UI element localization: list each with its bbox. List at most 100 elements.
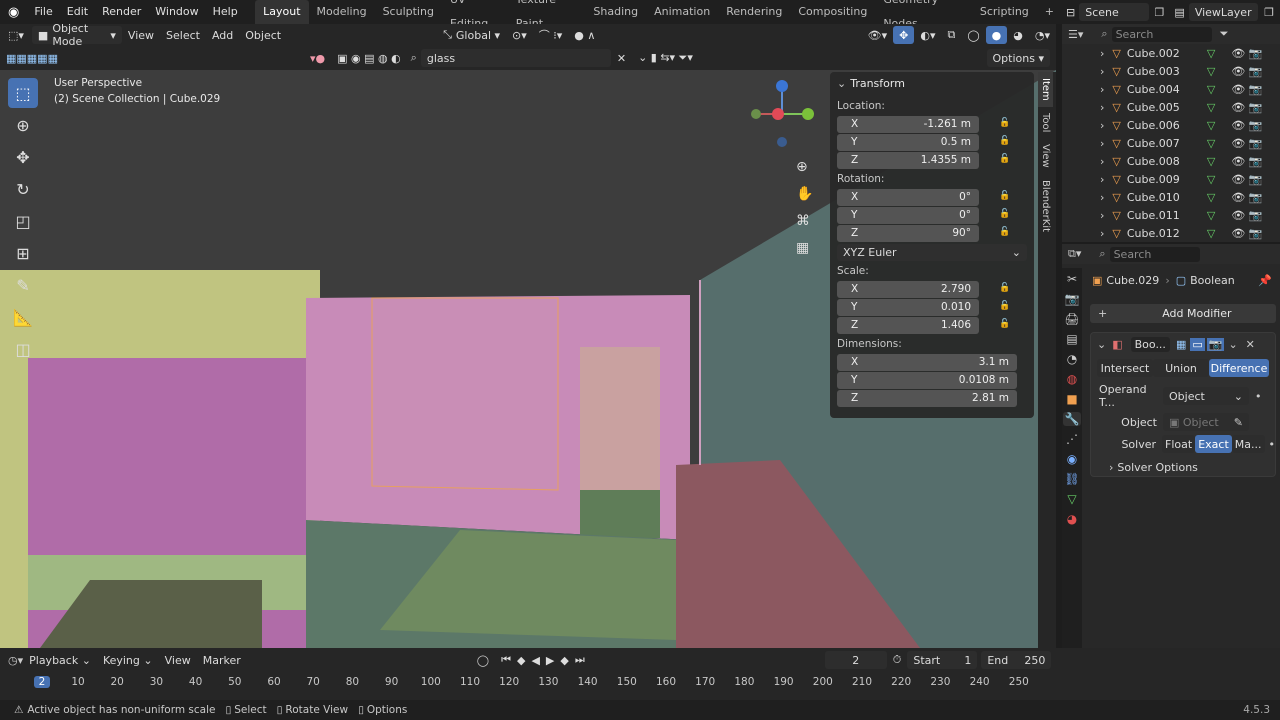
menu-add[interactable]: Add <box>206 26 239 44</box>
data-icon[interactable]: ▽ <box>1067 492 1076 506</box>
view-layer-icon[interactable]: ▤ <box>1066 332 1077 346</box>
close-icon[interactable]: ✕ <box>1246 338 1255 351</box>
menu-window[interactable]: Window <box>148 0 205 24</box>
chevron-down-icon[interactable]: ⌄ <box>1228 338 1237 351</box>
outliner-item-cube004[interactable]: › ▽ Cube.004 ▽ 👁 📷 <box>1062 80 1280 98</box>
tool-icon[interactable]: ✂ <box>1067 272 1077 286</box>
gizmo-icon[interactable]: ✥ <box>893 26 915 44</box>
select-tool-icon[interactable]: ⬚ <box>8 78 38 108</box>
filter-icon[interactable]: ⏷ <box>1220 27 1229 41</box>
outliner-item-cube011[interactable]: › ▽ Cube.011 ▽ 👁 📷 <box>1062 206 1280 224</box>
menu-select[interactable]: Select <box>160 26 206 44</box>
pan-hand-icon[interactable]: ✋ <box>796 181 813 208</box>
cursor-tool-icon[interactable]: ⊕ <box>8 110 38 140</box>
exact-solver-button[interactable]: Exact <box>1195 435 1232 453</box>
options-button[interactable]: Options ▾ <box>986 49 1050 67</box>
editmode-toggle-icon[interactable]: ▦ <box>1176 338 1186 351</box>
clear-search-icon[interactable]: ✕ <box>611 49 632 67</box>
operand-dropdown[interactable]: Object ⌄ <box>1163 387 1249 405</box>
solver-options-row[interactable]: › Solver Options <box>1109 461 1275 474</box>
tab-rendering[interactable]: Rendering <box>718 0 790 24</box>
blender-logo-icon[interactable]: ◉ <box>0 5 27 20</box>
grid-perspective-icon[interactable]: ▦ <box>796 235 813 262</box>
outliner-editor-icon[interactable]: ☰▾ <box>1068 28 1083 41</box>
stopwatch-icon[interactable]: ⏱ <box>893 653 902 667</box>
dimension-x-field[interactable]: X 3.1 m <box>837 353 1017 371</box>
physics-icon[interactable]: ◉ <box>1067 452 1077 466</box>
location-y-field[interactable]: Y 0.5 m <box>837 133 979 151</box>
outliner-item-cube012[interactable]: › ▽ Cube.012 ▽ 👁 📷 <box>1062 224 1280 242</box>
wireframe-shading-icon[interactable]: ◯ <box>961 26 985 44</box>
overlay-icon[interactable]: ◐▾ <box>914 26 941 44</box>
outliner-item-cube009[interactable]: › ▽ Cube.009 ▽ 👁 📷 <box>1062 170 1280 188</box>
tab-view[interactable]: View <box>1038 138 1053 174</box>
location-z-field[interactable]: Z 1.4355 m <box>837 151 979 169</box>
annotate-tool-icon[interactable]: ✎ <box>8 270 38 300</box>
intersect-button[interactable]: Intersect <box>1097 359 1153 377</box>
menu-view[interactable]: View <box>122 26 160 44</box>
visibility-icon[interactable]: 👁▾ <box>862 26 894 44</box>
menu-render[interactable]: Render <box>95 0 148 24</box>
current-frame-field[interactable]: 2 <box>824 651 887 669</box>
play-reverse-icon[interactable]: ◀ <box>531 654 539 667</box>
lock-icon[interactable]: 🔓 <box>999 154 1011 166</box>
object-icon[interactable]: ■ <box>1066 392 1077 406</box>
particles-icon[interactable]: ⋰ <box>1066 432 1078 446</box>
world-icon[interactable]: ◍ <box>1067 372 1077 386</box>
mode-selector[interactable]: ■ Object Mode ▾ <box>31 22 122 48</box>
jump-end-icon[interactable]: ⏭ <box>575 653 585 667</box>
menu-view[interactable]: View <box>159 651 197 669</box>
lock-icon[interactable]: 🔓 <box>999 301 1011 313</box>
union-button[interactable]: Union <box>1153 359 1209 377</box>
add-workspace-button[interactable]: + <box>1037 0 1062 24</box>
jump-start-icon[interactable]: ⏮ <box>501 653 511 667</box>
lock-icon[interactable]: 🔓 <box>999 227 1011 239</box>
rotation-z-field[interactable]: Z 90° <box>837 224 979 242</box>
outliner-item-cube003[interactable]: › ▽ Cube.003 ▽ 👁 📷 <box>1062 62 1280 80</box>
outliner-search-input[interactable]: Search <box>1111 26 1212 42</box>
tab-shading[interactable]: Shading <box>585 0 646 24</box>
xray-icon[interactable]: ⧉ <box>941 26 961 44</box>
tab-blenderkit[interactable]: BlenderKit <box>1038 174 1053 238</box>
solid-shading-icon[interactable]: ● <box>985 26 1008 44</box>
tab-compositing[interactable]: Compositing <box>790 0 875 24</box>
render-icon[interactable]: 📷 <box>1065 292 1080 306</box>
start-frame-field[interactable]: Start 1 <box>907 651 978 669</box>
move-tool-icon[interactable]: ✥ <box>8 142 38 172</box>
manifold-solver-button[interactable]: Ma... <box>1231 435 1265 453</box>
zoom-icon[interactable]: ⊕ <box>796 154 813 181</box>
lock-icon[interactable]: 🔓 <box>999 136 1011 148</box>
add-modifier-button[interactable]: + Add Modifier <box>1090 304 1276 323</box>
properties-editor-icon[interactable]: ⧉▾ <box>1068 247 1081 261</box>
timeline-ruler[interactable]: 2 10 20 30 40 50 60 70 80 90 100 110 120 130 140 150 160… <box>0 672 1280 696</box>
camera-icon[interactable]: ⌘ <box>796 208 813 235</box>
rotation-y-field[interactable]: Y 0° <box>837 206 979 224</box>
location-x-field[interactable]: X -1.261 m <box>837 115 979 133</box>
outliner-item-cube007[interactable]: › ▽ Cube.007 ▽ 👁 📷 <box>1062 134 1280 152</box>
outliner-item-cube006[interactable]: › ▽ Cube.006 ▽ 👁 📷 <box>1062 116 1280 134</box>
menu-keying[interactable]: Keying ⌄ <box>97 651 159 669</box>
snap-icon[interactable]: ⌒ ⁝▾ <box>533 26 569 44</box>
view-layer-selector[interactable]: ViewLayer <box>1188 3 1259 21</box>
tab-scripting[interactable]: Scripting <box>972 0 1037 24</box>
scene-icon[interactable]: ⊟ <box>1062 6 1079 19</box>
float-solver-button[interactable]: Float <box>1162 435 1196 453</box>
outliner-item-cube002[interactable]: › ▽ Cube.002 ▽ 👁 📷 <box>1062 44 1280 62</box>
scale-z-field[interactable]: Z 1.406 <box>837 316 979 334</box>
difference-button[interactable]: Difference <box>1209 359 1269 377</box>
constraints-icon[interactable]: ⛓ <box>1064 472 1079 486</box>
lock-icon[interactable]: 🔓 <box>999 118 1011 130</box>
lock-icon[interactable]: 🔓 <box>999 319 1011 331</box>
menu-help[interactable]: Help <box>206 0 245 24</box>
viewport-search-input[interactable]: glass <box>420 49 611 67</box>
transform-tool-icon[interactable]: ⊞ <box>8 238 38 268</box>
timeline-editor-icon[interactable]: ◷▾ <box>8 654 23 667</box>
rendered-shading-icon[interactable]: ◔▾ <box>1029 26 1056 44</box>
collapse-chevron-icon[interactable]: ⌄ <box>830 77 850 90</box>
lock-icon[interactable]: 🔓 <box>999 191 1011 203</box>
lock-icon[interactable]: 🔓 <box>999 283 1011 295</box>
rotation-x-field[interactable]: X 0° <box>837 188 979 206</box>
transform-title[interactable]: Transform <box>850 77 905 90</box>
pivot-icon[interactable]: ⊙▾ <box>506 26 533 44</box>
scale-tool-icon[interactable]: ◰ <box>8 206 38 236</box>
